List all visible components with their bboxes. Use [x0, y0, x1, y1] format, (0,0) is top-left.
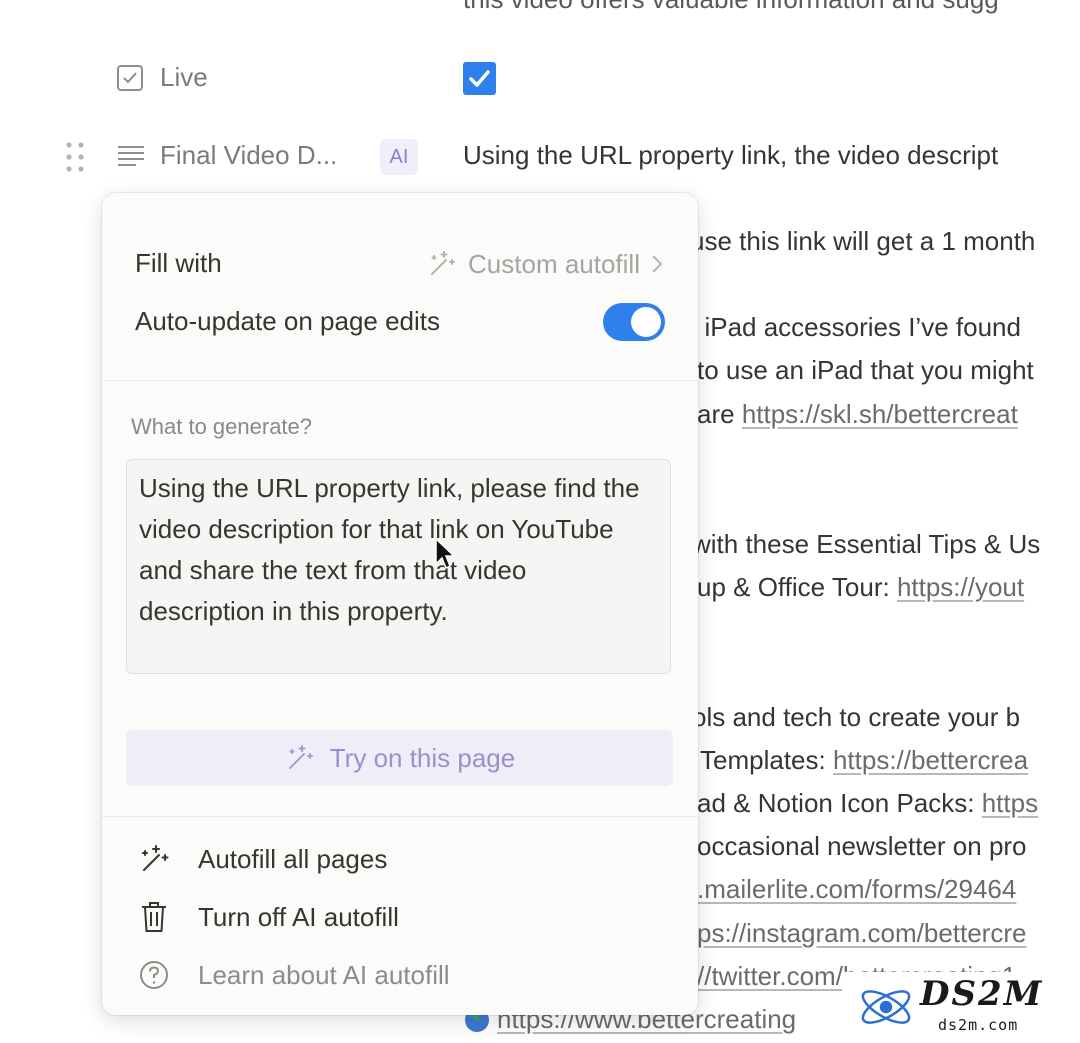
drag-handle-icon[interactable] [64, 141, 86, 173]
trash-icon [136, 899, 172, 935]
ai-badge[interactable]: AI [380, 139, 418, 175]
try-on-this-page-button[interactable]: Try on this page [126, 730, 673, 786]
bg-link[interactable]: https://yout [897, 572, 1024, 602]
watermark-subtitle: ds2m.com [938, 1016, 1019, 1034]
bg-line: occasional newsletter on pro [697, 831, 1027, 861]
menu-turn-off-ai-autofill[interactable]: Turn off AI autofill [136, 899, 399, 935]
sparkle-icon [284, 742, 316, 774]
bg-line: Templates: https://bettercrea [700, 745, 1029, 775]
live-checkbox[interactable] [463, 62, 496, 95]
bg-line: use this link will get a 1 month [690, 226, 1036, 256]
prompt-textarea[interactable]: Using the URL property link, please find… [126, 459, 671, 674]
bg-line: to use an iPad that you might [697, 355, 1034, 385]
sparkle-icon [136, 841, 172, 877]
property-label-live: Live [160, 62, 208, 92]
bg-line: are https://skl.sh/bettercreat [697, 399, 1018, 429]
bg-line: up & Office Tour: https://yout [697, 572, 1025, 602]
bg-link[interactable]: https://bettercrea [833, 745, 1028, 775]
help-circle-icon [136, 957, 172, 993]
auto-update-label: Auto-update on page edits [135, 306, 441, 336]
ai-autofill-popup: Fill with Custom autofill Auto-update on… [102, 193, 698, 1015]
bg-line: t iPad accessories I’ve found [690, 312, 1021, 342]
bg-link[interactable]: .mailerlite.com/forms/29464 [697, 874, 1016, 904]
chevron-right-icon [650, 253, 664, 275]
sparkle-icon [426, 248, 458, 280]
property-final-video[interactable]: Final Video D... [116, 140, 337, 171]
bg-line: with these Essential Tips & Us [692, 529, 1041, 559]
bg-line: ad & Notion Icon Packs: https [697, 788, 1039, 818]
mouse-cursor-icon [434, 537, 456, 576]
menu-learn-about-ai-autofill[interactable]: Learn about AI autofill [136, 957, 450, 993]
watermark: DS2M ds2m.com [842, 972, 1080, 1042]
fill-with-label: Fill with [135, 248, 222, 278]
atom-logo-icon [856, 976, 916, 1043]
bg-link[interactable]: https://skl.sh/bettercreat [742, 399, 1018, 429]
checkmark-icon [469, 70, 490, 87]
bg-line: .mailerlite.com/forms/29464 [697, 874, 1016, 905]
property-live[interactable]: Live [116, 62, 208, 93]
text-lines-icon [116, 142, 146, 170]
menu-label: Turn off AI autofill [198, 901, 399, 932]
fill-with-selector[interactable]: Custom autofill [426, 248, 664, 280]
watermark-title: DS2M [920, 974, 1044, 1014]
fill-with-value: Custom autofill [468, 248, 640, 279]
what-to-generate-label: What to generate? [131, 414, 313, 439]
try-button-label: Try on this page [329, 742, 516, 773]
property-value-final-video[interactable]: Using the URL property link, the video d… [463, 140, 998, 171]
checkbox-property-icon [116, 64, 144, 92]
menu-label: Autofill all pages [198, 843, 388, 874]
bg-line: ols and tech to create your b [692, 702, 1021, 732]
bg-line: ps://instagram.com/bettercre [697, 918, 1026, 949]
property-label-final-video: Final Video D... [160, 140, 338, 170]
divider [102, 380, 698, 381]
bg-link[interactable]: https [982, 788, 1038, 818]
background-clipped-text: this video offers valuable information a… [463, 0, 999, 15]
menu-label: Learn about AI autofill [198, 959, 450, 990]
bg-link[interactable]: ps://instagram.com/bettercre [697, 918, 1026, 948]
divider [102, 816, 698, 817]
menu-autofill-all-pages[interactable]: Autofill all pages [136, 841, 387, 877]
toggle-knob [631, 307, 661, 337]
auto-update-toggle[interactable] [603, 303, 665, 341]
